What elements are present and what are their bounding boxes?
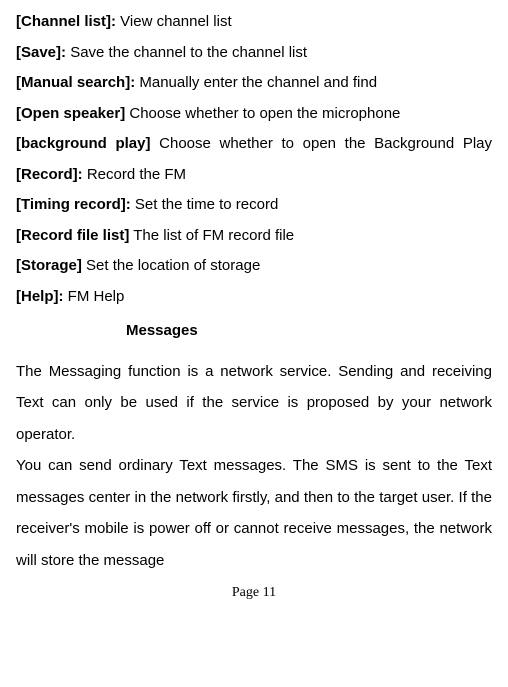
entry-description: Save the channel to the channel list (66, 44, 307, 61)
entry-description: Choose whether to open the Background Pl… (151, 135, 493, 152)
definition-entry: [Manual search]: Manually enter the chan… (16, 69, 492, 98)
definition-entry: [Timing record]: Set the time to record (16, 191, 492, 220)
definition-list: [Channel list]: View channel list[Save]:… (16, 8, 492, 311)
entry-label: [Open speaker] (16, 105, 125, 122)
entry-label: [Help]: (16, 288, 64, 305)
entry-label: [Storage] (16, 257, 82, 274)
definition-entry: [Record]: Record the FM (16, 161, 492, 190)
entry-description: Manually enter the channel and find (135, 74, 377, 91)
entry-description: FM Help (64, 288, 125, 305)
entry-description: Choose whether to open the microphone (125, 105, 400, 122)
entry-label: [background play] (16, 135, 151, 152)
entry-description: Set the time to record (131, 196, 279, 213)
body-paragraph: You can send ordinary Text messages. The… (16, 450, 492, 576)
definition-entry: [Save]: Save the channel to the channel … (16, 39, 492, 68)
section-heading: Messages (126, 317, 492, 346)
definition-entry: [Help]: FM Help (16, 283, 492, 312)
body-paragraphs: The Messaging function is a network serv… (16, 356, 492, 577)
definition-entry: [Record file list] The list of FM record… (16, 222, 492, 251)
entry-label: [Timing record]: (16, 196, 131, 213)
definition-entry: [background play] Choose whether to open… (16, 130, 492, 159)
definition-entry: [Channel list]: View channel list (16, 8, 492, 37)
entry-description: Set the location of storage (82, 257, 260, 274)
entry-description: View channel list (116, 13, 232, 30)
entry-label: [Record]: (16, 166, 83, 183)
entry-description: The list of FM record file (129, 227, 294, 244)
entry-label: [Channel list]: (16, 13, 116, 30)
definition-entry: [Storage] Set the location of storage (16, 252, 492, 281)
definition-entry: [Open speaker] Choose whether to open th… (16, 100, 492, 129)
entry-description: Record the FM (83, 166, 186, 183)
body-paragraph: The Messaging function is a network serv… (16, 356, 492, 451)
entry-label: [Save]: (16, 44, 66, 61)
entry-label: [Record file list] (16, 227, 129, 244)
page-number: Page 11 (16, 580, 492, 607)
entry-label: [Manual search]: (16, 74, 135, 91)
